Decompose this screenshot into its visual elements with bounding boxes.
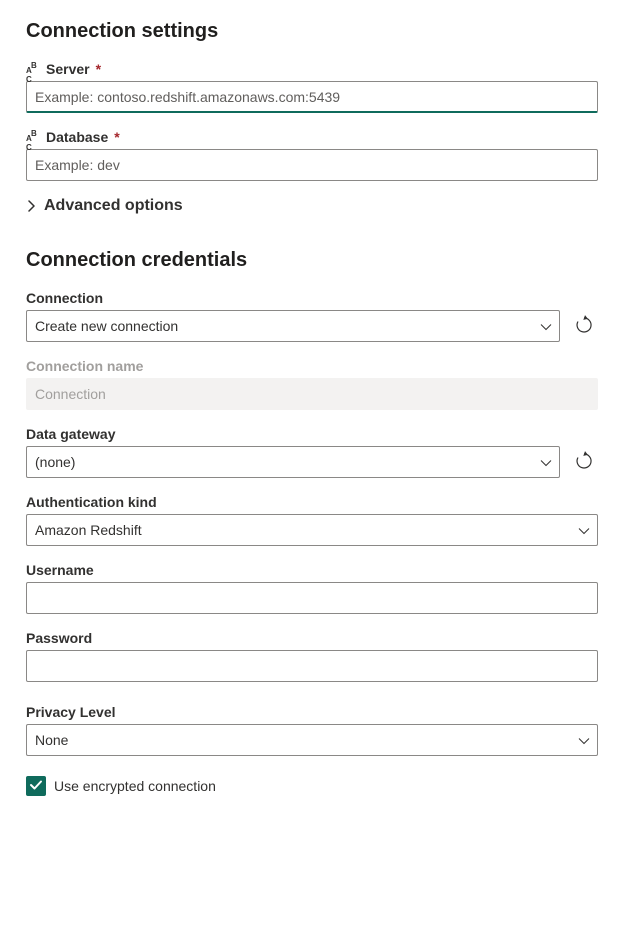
connection-credentials-heading: Connection credentials <box>26 249 598 272</box>
advanced-options-label: Advanced options <box>44 197 183 215</box>
data-gateway-value: (none) <box>35 454 75 470</box>
refresh-gateway-button[interactable] <box>570 448 598 476</box>
connection-name-field: Connection name <box>26 358 598 410</box>
data-gateway-field: Data gateway (none) <box>26 426 598 478</box>
connection-label: Connection <box>26 290 598 306</box>
data-gateway-select[interactable]: (none) <box>26 446 560 478</box>
password-field: Password <box>26 630 598 682</box>
refresh-icon <box>574 315 594 338</box>
username-field: Username <box>26 562 598 614</box>
text-type-icon <box>26 62 42 76</box>
username-label: Username <box>26 562 598 578</box>
advanced-options-expander[interactable]: Advanced options <box>26 197 598 215</box>
encrypted-connection-row: Use encrypted connection <box>26 776 598 796</box>
authentication-kind-select[interactable]: Amazon Redshift <box>26 514 598 546</box>
chevron-right-icon <box>26 200 38 212</box>
privacy-level-value: None <box>35 732 68 748</box>
connection-field: Connection Create new connection <box>26 290 598 342</box>
privacy-level-field: Privacy Level None <box>26 704 598 756</box>
password-label: Password <box>26 630 598 646</box>
connection-value: Create new connection <box>35 318 178 334</box>
connection-name-input <box>26 378 598 410</box>
database-label: Database <box>46 129 108 145</box>
authentication-kind-field: Authentication kind Amazon Redshift <box>26 494 598 546</box>
refresh-icon <box>574 451 594 474</box>
server-field: Server * <box>26 61 598 113</box>
required-indicator: * <box>114 129 119 145</box>
connection-settings-heading: Connection settings <box>26 20 598 43</box>
data-gateway-label: Data gateway <box>26 426 598 442</box>
privacy-level-select[interactable]: None <box>26 724 598 756</box>
required-indicator: * <box>96 61 101 77</box>
connection-select[interactable]: Create new connection <box>26 310 560 342</box>
connection-name-label: Connection name <box>26 358 598 374</box>
database-input[interactable] <box>26 149 598 181</box>
privacy-level-label: Privacy Level <box>26 704 598 720</box>
encrypted-connection-checkbox[interactable] <box>26 776 46 796</box>
username-input[interactable] <box>26 582 598 614</box>
refresh-connection-button[interactable] <box>570 312 598 340</box>
checkmark-icon <box>29 778 43 795</box>
database-field: Database * <box>26 129 598 181</box>
authentication-kind-label: Authentication kind <box>26 494 598 510</box>
password-input[interactable] <box>26 650 598 682</box>
authentication-kind-value: Amazon Redshift <box>35 522 142 538</box>
text-type-icon <box>26 130 42 144</box>
server-input[interactable] <box>26 81 598 113</box>
encrypted-connection-label: Use encrypted connection <box>54 778 216 794</box>
server-label: Server <box>46 61 90 77</box>
